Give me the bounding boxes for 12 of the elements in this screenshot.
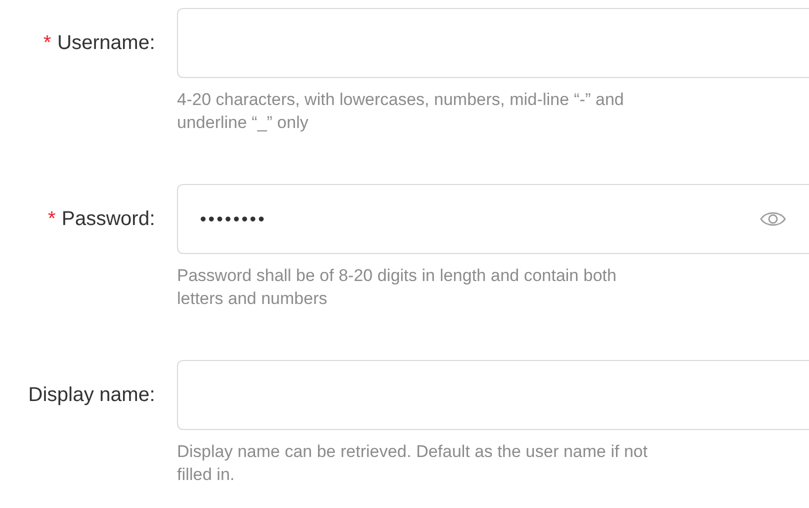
eye-icon[interactable] [760,210,786,228]
field-label: Username: [57,31,155,56]
input-field[interactable] [177,8,809,78]
required-mark: * [48,207,56,232]
required-mark: * [43,31,52,56]
help-text: Password shall be of 8-20 digits in length and contain both letters and numbers [177,265,618,310]
help-text: Display name can be retrieved. Default as the user name if not filled in. [177,441,649,486]
field-label: Password: [62,207,155,232]
field-label: Display name: [28,383,155,408]
help-text: 4-20 characters, with lowercases, numbers, mid-line “-” and underline “_” only [177,89,625,134]
input-field[interactable]: •••••••• [177,184,809,254]
input-field[interactable] [177,360,809,430]
